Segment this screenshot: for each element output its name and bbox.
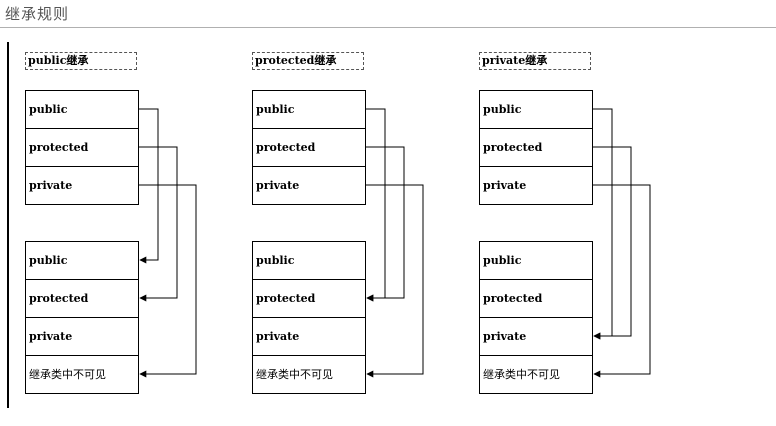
connector-public-to-2 [593, 108, 613, 340]
connector-public-to-1 [366, 108, 386, 302]
connector-private-to-3 [366, 184, 424, 378]
connector-private-to-3 [593, 184, 651, 378]
connector-private-to-3 [139, 184, 197, 378]
inheritance-connectors [139, 108, 651, 378]
